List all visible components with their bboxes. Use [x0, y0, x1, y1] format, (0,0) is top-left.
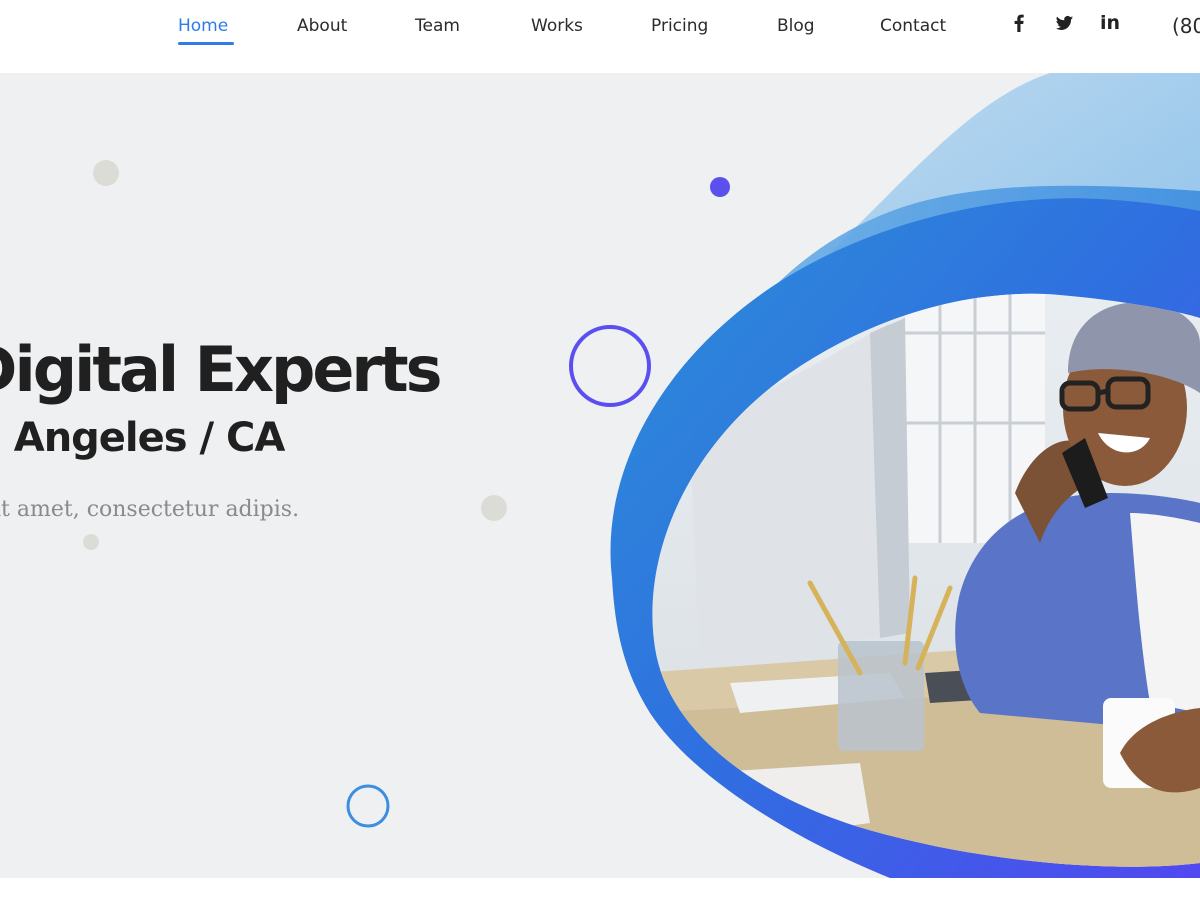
- hero-description: it amet, consectetur adipis.: [0, 497, 300, 522]
- nav-active-underline: [178, 42, 234, 45]
- hero-section: Digital Experts s Angeles / CA it amet, …: [0, 73, 1200, 878]
- nav-works[interactable]: Works: [531, 0, 583, 52]
- phone-number[interactable]: (80: [1172, 0, 1200, 52]
- linkedin-icon[interactable]: in: [1098, 11, 1122, 35]
- decor-dot-2: [481, 495, 507, 521]
- top-navbar: Home About Team Works Pricing Blog Conta…: [0, 0, 1200, 73]
- twitter-icon-glyph: [1055, 15, 1073, 30]
- decor-ring-purple: [569, 325, 651, 407]
- facebook-icon[interactable]: [1007, 11, 1031, 35]
- nav-contact[interactable]: Contact: [880, 0, 946, 52]
- hero-graphic: [83, 73, 1200, 878]
- decor-dot-3: [83, 534, 99, 550]
- hero-subtitle: s Angeles / CA: [0, 415, 285, 461]
- decor-dot-purple: [710, 177, 730, 197]
- nav-about[interactable]: About: [297, 0, 347, 52]
- nav-team[interactable]: Team: [415, 0, 460, 52]
- decor-ring-blue: [346, 784, 390, 828]
- nav-pricing[interactable]: Pricing: [651, 0, 708, 52]
- decor-dot-1: [93, 160, 119, 186]
- twitter-icon[interactable]: [1052, 11, 1076, 35]
- hero-title: Digital Experts: [0, 333, 443, 406]
- facebook-icon-glyph: [1014, 14, 1024, 32]
- nav-blog[interactable]: Blog: [777, 0, 815, 52]
